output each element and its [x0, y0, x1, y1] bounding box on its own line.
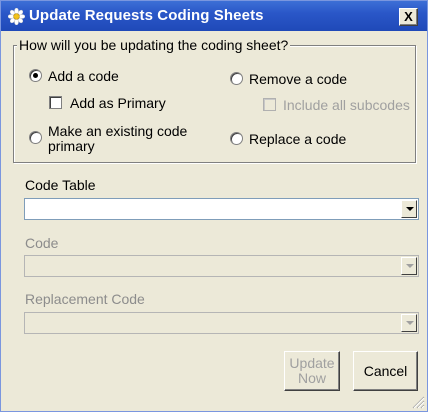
code-select[interactable] — [24, 255, 419, 277]
cancel-button[interactable]: Cancel — [353, 351, 418, 391]
make-primary-label-line1[interactable]: Make an existing code — [48, 123, 187, 139]
update-now-label-line2: Now — [297, 370, 326, 386]
replace-code-label[interactable]: Replace a code — [249, 131, 346, 147]
replacement-code-select[interactable] — [24, 312, 419, 334]
remove-code-label[interactable]: Remove a code — [249, 71, 347, 87]
add-as-primary-checkbox[interactable] — [49, 96, 62, 109]
code-table-select[interactable] — [24, 198, 419, 220]
title-bar[interactable]: Update Requests Coding Sheets X — [1, 1, 427, 31]
make-primary-label-line2[interactable]: primary — [48, 138, 95, 154]
group-legend: How will you be updating the coding shee… — [17, 37, 291, 53]
include-subcodes-checkbox[interactable] — [263, 98, 276, 111]
chevron-down-icon — [406, 264, 414, 268]
code-label: Code — [25, 235, 59, 251]
add-code-radio[interactable] — [29, 69, 42, 82]
dialog-window: Update Requests Coding Sheets X How will… — [0, 0, 428, 412]
add-code-label[interactable]: Add a code — [48, 68, 119, 84]
flower-icon — [8, 8, 25, 25]
window-title: Update Requests Coding Sheets — [29, 7, 264, 24]
make-primary-radio[interactable] — [29, 131, 42, 144]
code-table-label: Code Table — [25, 177, 96, 193]
close-button[interactable]: X — [399, 8, 418, 26]
replacement-code-dropdown-button[interactable] — [401, 314, 417, 332]
close-icon: X — [404, 9, 413, 24]
code-dropdown-button[interactable] — [401, 257, 417, 275]
replacement-code-label: Replacement Code — [25, 291, 145, 307]
resize-grip-icon[interactable] — [411, 395, 425, 409]
chevron-down-icon — [406, 207, 414, 211]
update-now-button[interactable]: Update Now — [284, 351, 340, 391]
add-as-primary-label[interactable]: Add as Primary — [70, 95, 166, 111]
remove-code-radio[interactable] — [230, 72, 243, 85]
code-table-dropdown-button[interactable] — [401, 200, 417, 218]
update-now-label-line1: Update — [289, 355, 335, 371]
chevron-down-icon — [406, 321, 414, 325]
replace-code-radio[interactable] — [230, 132, 243, 145]
include-subcodes-label: Include all subcodes — [283, 97, 410, 113]
